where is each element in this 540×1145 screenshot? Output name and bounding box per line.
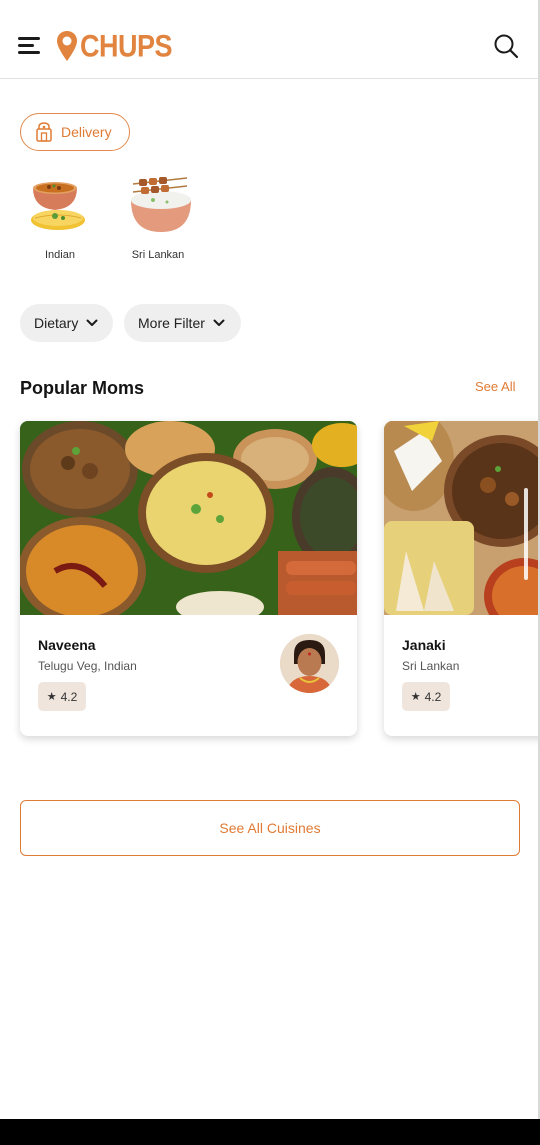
rating-badge: ★ 4.2 [402,682,450,711]
cuisine-item-indian[interactable]: Indian [20,172,100,261]
cuisine-label: Indian [45,249,75,261]
delivery-label: Delivery [61,124,112,140]
indian-food-icon [31,182,85,230]
more-filter-button[interactable]: More Filter [124,304,241,342]
cuisine-item-sri-lankan[interactable]: Sri Lankan [118,172,198,261]
food-photo [384,421,540,615]
see-all-cuisines-button[interactable]: See All Cuisines [20,800,520,856]
system-navigation-bar [0,1119,540,1145]
app-header: CHUPS [0,0,540,79]
logo-text: CHUPS [80,28,173,63]
mom-cuisine: Sri Lankan [402,659,460,673]
chevron-down-icon [86,319,98,326]
star-icon: ★ [46,691,57,703]
food-photo [20,421,357,615]
section-title: Popular Moms [20,378,145,398]
dietary-filter-button[interactable]: Dietary [20,304,113,342]
chevron-down-icon [213,319,225,326]
location-pin-icon [57,31,77,61]
star-icon: ★ [410,691,421,703]
hamburger-menu-icon[interactable] [16,34,42,58]
mom-card-naveena[interactable]: Naveena Telugu Veg, Indian ★ 4.2 [20,421,357,736]
mom-card-janaki[interactable]: Janaki Sri Lankan ★ 4.2 [384,421,540,736]
rating-value: 4.2 [60,689,78,704]
rating-value: 4.2 [424,689,442,704]
filter-label: Dietary [34,315,79,331]
see-all-link[interactable]: See All [475,379,515,394]
avatar [280,634,339,693]
sri-lankan-food-icon [131,177,191,232]
mom-name: Naveena [38,637,96,653]
mom-name: Janaki [402,637,446,653]
cuisine-label: Sri Lankan [131,249,185,261]
search-icon[interactable] [492,32,520,60]
filter-label: More Filter [138,315,205,331]
chups-logo[interactable]: CHUPS [56,28,173,64]
mom-cuisine: Telugu Veg, Indian [38,659,137,673]
delivery-bag-icon [36,122,52,142]
rating-badge: ★ 4.2 [38,682,86,711]
delivery-toggle-button[interactable]: Delivery [20,113,130,151]
scrollbar[interactable] [524,488,528,580]
